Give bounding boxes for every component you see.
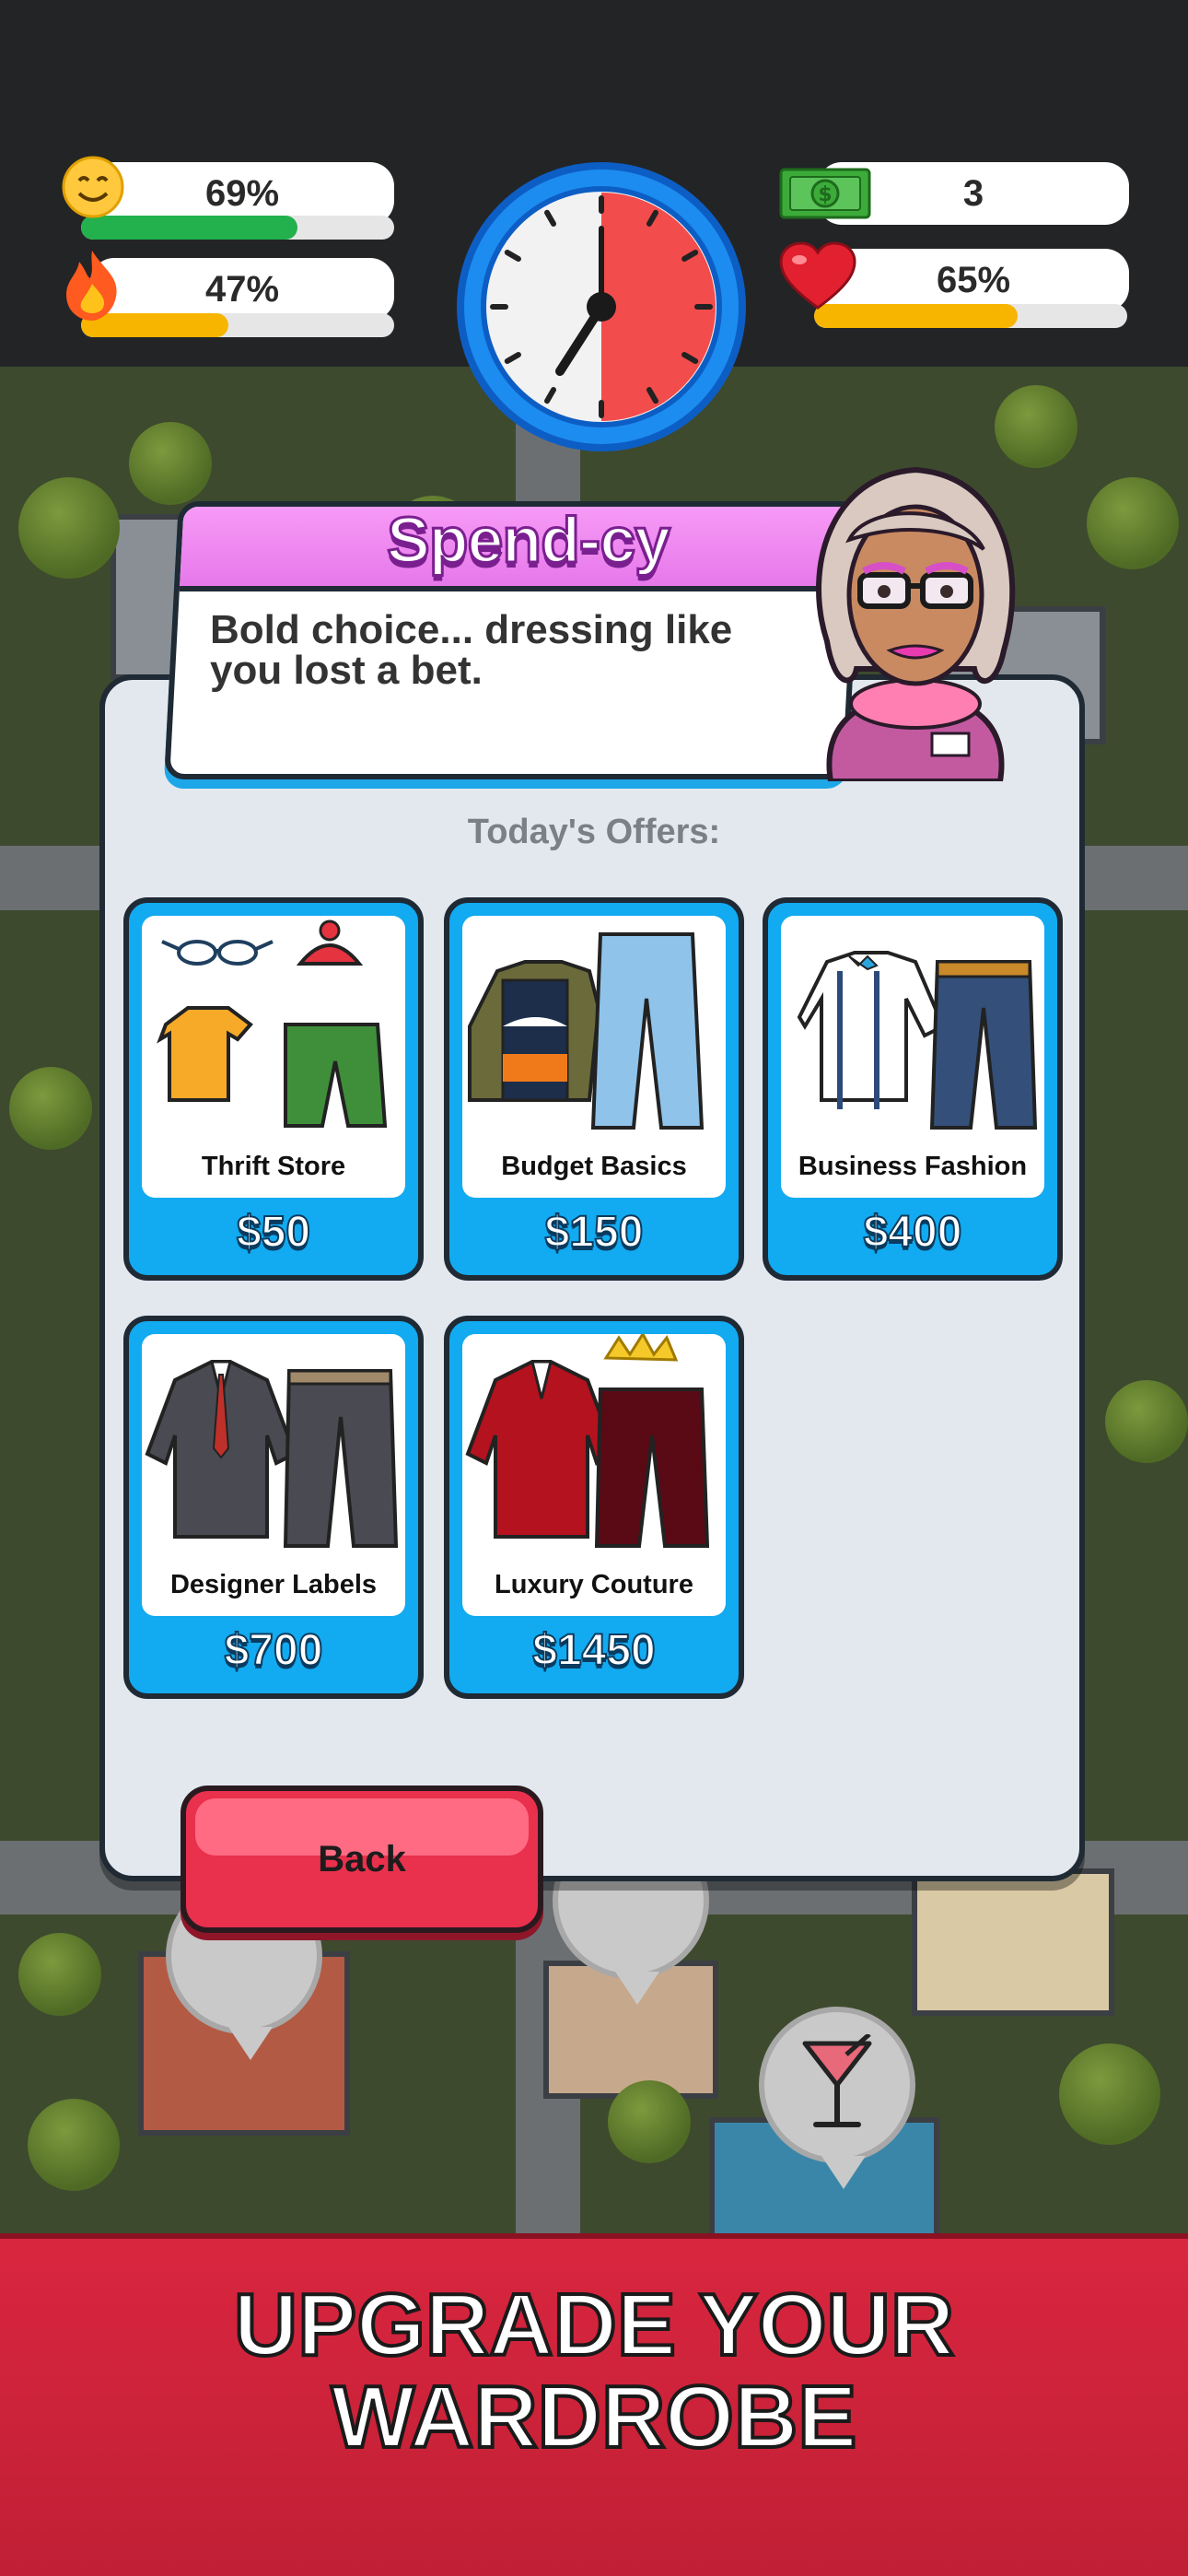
health-value: 65% <box>818 249 1129 311</box>
spend-cy-character-portrait <box>794 457 1037 784</box>
health-bar <box>814 304 1127 328</box>
offer-name: Luxury Couture <box>495 1570 693 1599</box>
happiness-bar <box>81 216 394 240</box>
offer-price: $50 <box>236 1207 311 1258</box>
offer-card-inner: Budget Basics <box>462 916 726 1198</box>
business-fashion-clothes-icon <box>781 916 1044 1146</box>
offer-price: $150 <box>544 1207 645 1258</box>
bar-map-pin[interactable] <box>759 2007 915 2189</box>
back-button-label: Back <box>318 1839 406 1879</box>
promo-banner: UPGRADE YOUR WARDROBE <box>0 2233 1188 2576</box>
offer-card-luxury-couture[interactable]: Luxury Couture $1450 <box>444 1316 744 1699</box>
designer-labels-suit-icon <box>142 1334 405 1564</box>
luxury-couture-suit-icon <box>462 1334 726 1564</box>
speaker-name: Spend-cy <box>385 503 671 578</box>
smiley-face-icon <box>61 155 125 228</box>
budget-basics-clothes-icon <box>462 916 726 1146</box>
day-timer-clock <box>457 162 746 451</box>
offer-price: $1450 <box>531 1625 656 1676</box>
clock-icon <box>481 186 722 427</box>
banner-line-1: UPGRADE YOUR <box>232 2276 956 2374</box>
offer-card-business-fashion[interactable]: Business Fashion $400 <box>763 897 1063 1281</box>
thrift-store-clothes-icon <box>142 916 405 1146</box>
offer-name: Designer Labels <box>169 1570 378 1599</box>
offer-card-thrift-store[interactable]: Thrift Store $50 <box>123 897 424 1281</box>
offer-name: Business Fashion <box>798 1152 1028 1181</box>
offer-card-designer-labels[interactable]: Designer Labels $700 <box>123 1316 424 1699</box>
offer-name: Budget Basics <box>501 1152 687 1181</box>
offer-card-inner: Business Fashion <box>781 916 1044 1198</box>
heart-icon <box>779 241 856 321</box>
back-button[interactable]: Back <box>181 1786 543 1933</box>
offer-card-inner: Luxury Couture <box>462 1334 726 1616</box>
banner-line-2: WARDROBE <box>330 2368 859 2466</box>
flame-icon <box>59 249 125 332</box>
offer-price: $700 <box>224 1625 324 1676</box>
offers-title: Today's Offers: <box>467 813 721 851</box>
cocktail-glass-icon <box>802 2034 872 2127</box>
offer-card-budget-basics[interactable]: Budget Basics $150 <box>444 897 744 1281</box>
offer-price: $400 <box>863 1207 963 1258</box>
offer-card-inner: Thrift Store <box>142 916 405 1198</box>
offer-card-inner: Designer Labels <box>142 1334 405 1616</box>
energy-bar <box>81 313 394 337</box>
offer-name: Thrift Store <box>201 1152 346 1181</box>
speech-message: Bold choice... dressing like you lost a … <box>210 607 733 693</box>
svg-text:$: $ <box>818 183 832 206</box>
energy-value: 47% <box>90 258 394 321</box>
cash-bill-icon: $ <box>779 168 871 228</box>
